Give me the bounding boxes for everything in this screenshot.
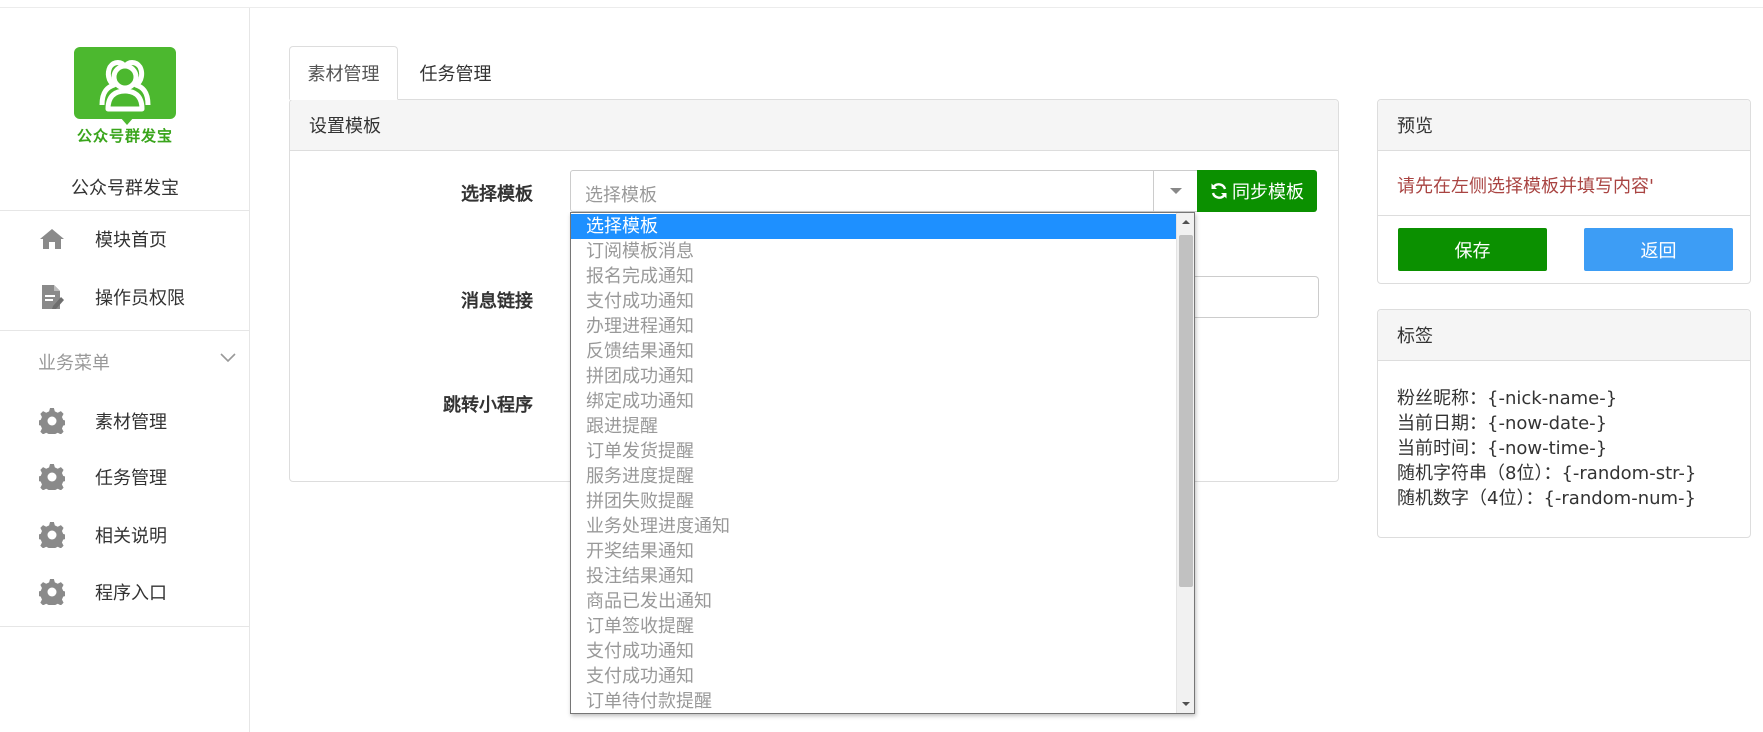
dropdown-option[interactable]: 支付成功通知: [571, 289, 1176, 314]
scroll-down-arrow-icon[interactable]: [1177, 695, 1194, 713]
dropdown-option[interactable]: 绑定成功通知: [571, 389, 1176, 414]
template-select[interactable]: 选择模板: [570, 170, 1198, 212]
tag-random-str: 随机字符串（8位）：{-random-str-}: [1397, 463, 1697, 484]
refresh-icon: [1211, 183, 1227, 199]
sidebar-item-tasks[interactable]: 任务管理: [0, 455, 249, 499]
preview-panel: 预览 请先在左侧选择模板并填写内容' 保存 返回: [1377, 99, 1751, 284]
dropdown-option[interactable]: 商品已发出通知: [571, 589, 1176, 614]
miniprogram-field-label: 跳转小程序: [443, 395, 533, 416]
preview-panel-title: 预览: [1378, 100, 1750, 151]
message-link-input[interactable]: [1190, 276, 1319, 318]
sync-template-label: 同步模板: [1232, 182, 1304, 203]
tab-materials[interactable]: 素材管理: [289, 46, 398, 100]
back-button[interactable]: 返回: [1584, 228, 1733, 271]
gear-icon: [38, 578, 66, 606]
users-group-icon: [99, 60, 151, 112]
template-select-value: 选择模板: [585, 185, 657, 206]
dropdown-option[interactable]: 选择模板: [571, 214, 1176, 239]
dropdown-option[interactable]: 订阅模板消息: [571, 239, 1176, 264]
dropdown-option[interactable]: 反馈结果通知: [571, 339, 1176, 364]
tag-nick-name: 粉丝昵称：{-nick-name-}: [1397, 388, 1618, 409]
sidebar-divider: [0, 626, 249, 627]
top-border: [0, 7, 1763, 8]
sidebar-item-label: 素材管理: [95, 412, 167, 433]
dropdown-option[interactable]: 订单发货提醒: [571, 439, 1176, 464]
sidebar-item-program-entry[interactable]: 程序入口: [0, 570, 249, 614]
panel-title: 设置模板: [290, 100, 1338, 151]
logo-pointer: [120, 117, 134, 125]
dropdown-option[interactable]: 业务处理进度通知: [571, 514, 1176, 539]
sync-template-button[interactable]: 同步模板: [1197, 170, 1317, 212]
app-name: 公众号群发宝: [71, 178, 179, 199]
sidebar-item-materials[interactable]: 素材管理: [0, 399, 249, 443]
logo-tile: [74, 47, 176, 119]
gear-icon: [38, 521, 66, 549]
dropdown-option[interactable]: 报名完成通知: [571, 264, 1176, 289]
home-icon: [38, 225, 66, 253]
dropdown-option[interactable]: 拼团成功通知: [571, 364, 1176, 389]
caret-down-icon[interactable]: [1153, 171, 1197, 211]
dropdown-option[interactable]: 投注结果通知: [571, 564, 1176, 589]
sidebar-item-label: 程序入口: [95, 583, 167, 604]
sidebar-item-operator-permissions[interactable]: 操作员权限: [0, 275, 249, 319]
tags-panel: 标签 粉丝昵称：{-nick-name-} 当前日期：{-now-date-} …: [1377, 309, 1751, 538]
save-button[interactable]: 保存: [1398, 228, 1547, 271]
scrollbar-thumb[interactable]: [1179, 235, 1193, 587]
dropdown-scrollbar[interactable]: [1176, 213, 1194, 713]
dropdown-option[interactable]: 订单签收提醒: [571, 614, 1176, 639]
preview-divider: [1378, 215, 1750, 216]
dropdown-option[interactable]: 支付成功通知: [571, 639, 1176, 664]
sidebar-item-label: 相关说明: [95, 526, 167, 547]
tag-random-num: 随机数字（4位）：{-random-num-}: [1397, 488, 1697, 509]
template-dropdown-list[interactable]: 选择模板 订阅模板消息 报名完成通知 支付成功通知 办理进程通知 反馈结果通知 拼团成功通知…: [570, 212, 1195, 714]
dropdown-options: 选择模板 订阅模板消息 报名完成通知 支付成功通知 办理进程通知 反馈结果通知 拼团成功通知…: [571, 214, 1176, 713]
sidebar-item-label: 任务管理: [95, 468, 167, 489]
sidebar-item-instructions[interactable]: 相关说明: [0, 513, 249, 557]
dropdown-option[interactable]: 拼团失败提醒: [571, 489, 1176, 514]
sidebar-item-label: 模块首页: [95, 230, 167, 251]
scroll-up-arrow-icon[interactable]: [1177, 213, 1194, 231]
gear-icon: [38, 407, 66, 435]
tag-now-time: 当前时间：{-now-time-}: [1397, 438, 1608, 459]
dropdown-option[interactable]: 服务进度提醒: [571, 464, 1176, 489]
dropdown-option[interactable]: 办理进程通知: [571, 314, 1176, 339]
chevron-down-icon[interactable]: [218, 348, 238, 368]
tags-panel-title: 标签: [1378, 310, 1750, 361]
document-edit-icon: [38, 283, 66, 311]
app-logo: 公众号群发宝: [74, 47, 176, 145]
logo-text: 公众号群发宝: [76, 127, 173, 145]
sidebar-item-label: 操作员权限: [95, 288, 185, 309]
dropdown-option[interactable]: 订单待付款提醒: [571, 689, 1176, 713]
link-field-label: 消息链接: [461, 291, 533, 312]
template-field-label: 选择模板: [461, 184, 533, 205]
preview-message: 请先在左侧选择模板并填写内容': [1397, 176, 1654, 197]
sidebar-divider: [0, 210, 249, 211]
sidebar-item-home[interactable]: 模块首页: [0, 217, 249, 261]
tag-now-date: 当前日期：{-now-date-}: [1397, 413, 1608, 434]
tab-tasks[interactable]: 任务管理: [398, 46, 513, 100]
dropdown-option[interactable]: 跟进提醒: [571, 414, 1176, 439]
sidebar-divider: [0, 330, 249, 331]
dropdown-option[interactable]: 开奖结果通知: [571, 539, 1176, 564]
sidebar-section-label: 业务菜单: [38, 353, 110, 374]
gear-icon: [38, 463, 66, 491]
dropdown-option[interactable]: 支付成功通知: [571, 664, 1176, 689]
